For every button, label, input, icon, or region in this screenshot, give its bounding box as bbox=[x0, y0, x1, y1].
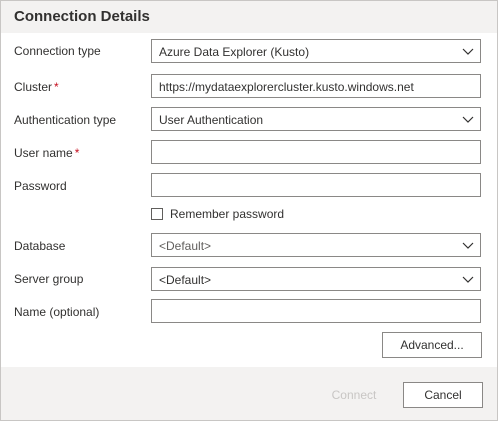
database-select[interactable]: <Default> bbox=[151, 233, 481, 257]
dialog-header: Connection Details bbox=[1, 1, 497, 33]
required-marker: * bbox=[74, 146, 80, 160]
database-label: Database bbox=[14, 239, 66, 253]
authentication-type-select[interactable]: User Authentication bbox=[151, 107, 481, 131]
name-label: Name (optional) bbox=[14, 305, 100, 319]
dialog-footer: Connect Cancel bbox=[1, 367, 497, 420]
chevron-down-icon bbox=[462, 116, 474, 123]
dialog-title: Connection Details bbox=[14, 8, 150, 25]
password-input[interactable] bbox=[151, 173, 481, 197]
server-group-label: Server group bbox=[14, 272, 84, 286]
cluster-input[interactable]: https://mydataexplorercluster.kusto.wind… bbox=[151, 74, 481, 98]
password-label: Password bbox=[14, 179, 67, 193]
user-name-label: User name * bbox=[14, 146, 79, 160]
user-name-label-text: User name bbox=[14, 146, 73, 160]
cluster-label: Cluster * bbox=[14, 80, 59, 94]
remember-password-label[interactable]: Remember password bbox=[170, 207, 284, 221]
cluster-label-text: Cluster bbox=[14, 80, 53, 94]
remember-password-checkbox[interactable] bbox=[151, 208, 163, 220]
cancel-button[interactable]: Cancel bbox=[403, 382, 483, 408]
server-group-value: <Default> bbox=[159, 273, 212, 287]
connection-type-select[interactable]: Azure Data Explorer (Kusto) bbox=[151, 39, 481, 63]
connect-button[interactable]: Connect bbox=[319, 382, 389, 408]
user-name-input[interactable] bbox=[151, 140, 481, 164]
authentication-type-value: User Authentication bbox=[159, 113, 264, 127]
chevron-down-icon bbox=[462, 48, 474, 55]
chevron-down-icon bbox=[462, 242, 474, 249]
cluster-value: https://mydataexplorercluster.kusto.wind… bbox=[159, 80, 414, 94]
database-value: <Default> bbox=[159, 239, 212, 253]
server-group-select[interactable]: <Default> bbox=[151, 267, 481, 291]
connection-dialog: Connection Details Connection type Azure… bbox=[0, 0, 498, 421]
dialog-body: Connection type Azure Data Explorer (Kus… bbox=[1, 33, 497, 367]
chevron-down-icon bbox=[462, 276, 474, 283]
required-marker: * bbox=[54, 80, 59, 94]
connection-type-value: Azure Data Explorer (Kusto) bbox=[159, 45, 310, 59]
connection-type-label: Connection type bbox=[14, 44, 101, 58]
name-input[interactable] bbox=[151, 299, 481, 323]
advanced-button[interactable]: Advanced... bbox=[382, 332, 482, 358]
authentication-type-label: Authentication type bbox=[14, 113, 117, 127]
